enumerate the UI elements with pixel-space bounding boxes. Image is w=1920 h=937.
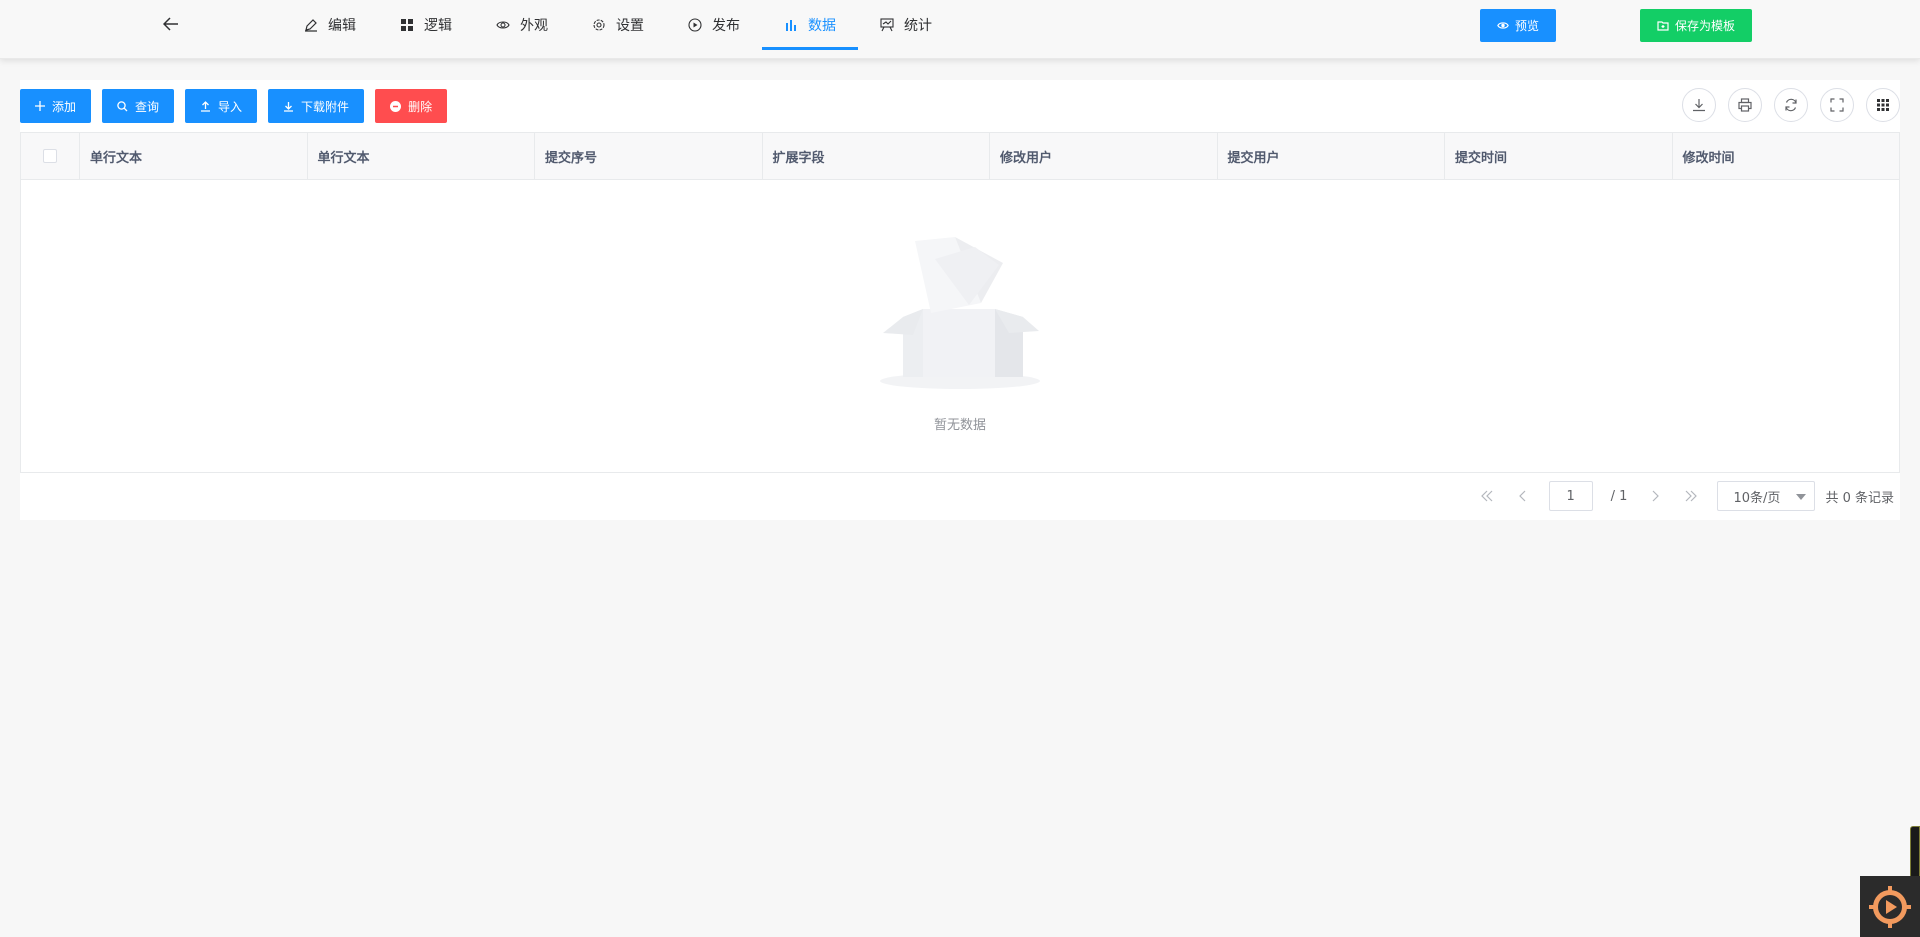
select-all-checkbox[interactable] <box>43 149 57 163</box>
column-header[interactable]: 提交用户 <box>1218 133 1445 179</box>
search-icon <box>117 100 128 111</box>
query-label: 查询 <box>135 99 160 114</box>
prev-page-button[interactable] <box>1505 481 1541 511</box>
play-icon <box>688 18 702 32</box>
import-label: 导入 <box>218 99 243 114</box>
fullscreen-icon <box>1830 98 1844 112</box>
add-button[interactable]: 添加 <box>20 89 92 123</box>
export-button[interactable] <box>1682 88 1716 122</box>
import-button[interactable]: 导入 <box>185 89 258 123</box>
stats-board-icon <box>880 18 894 32</box>
eye-icon <box>1497 22 1509 29</box>
column-header[interactable]: 提交时间 <box>1445 133 1673 179</box>
tab-label: 统计 <box>904 18 932 34</box>
gear-icon <box>592 18 606 32</box>
minus-circle-icon <box>390 100 402 112</box>
print-icon <box>1738 98 1752 112</box>
tab-data[interactable]: 数据 <box>762 0 858 50</box>
column-header[interactable]: 提交序号 <box>535 133 763 179</box>
eye-icon <box>496 18 510 32</box>
edit-icon <box>304 18 318 32</box>
select-all-cell <box>21 133 80 179</box>
last-page-button[interactable] <box>1673 481 1709 511</box>
columns-button[interactable] <box>1866 88 1900 122</box>
pagination: / 1 10条/页 共 0 条记录 <box>1469 481 1894 511</box>
chevron-left-icon <box>1518 490 1526 502</box>
download-attachment-button[interactable]: 下载附件 <box>268 89 365 123</box>
column-header[interactable]: 修改用户 <box>990 133 1218 179</box>
save-as-template-label: 保存为模板 <box>1674 19 1735 33</box>
tab-label: 数据 <box>808 18 836 34</box>
total-pages: / 1 <box>1610 488 1628 504</box>
upload-icon <box>201 100 211 112</box>
download-attachment-label: 下载附件 <box>301 99 350 114</box>
table-tools <box>1682 88 1900 122</box>
total-records: 共 0 条记录 <box>1825 490 1894 506</box>
tab-label: 发布 <box>712 18 740 34</box>
refresh-button[interactable] <box>1774 88 1808 122</box>
delete-label: 删除 <box>408 99 433 114</box>
caret-down-icon <box>1796 494 1807 500</box>
play-badge-icon <box>1869 885 1911 928</box>
column-header[interactable]: 修改时间 <box>1673 133 1900 179</box>
tab-label: 编辑 <box>328 18 356 34</box>
empty-box-illustration <box>880 237 1040 389</box>
preview-label: 预览 <box>1514 19 1539 33</box>
tab-label: 外观 <box>520 18 548 34</box>
delete-button[interactable]: 删除 <box>375 89 448 123</box>
add-label: 添加 <box>52 99 77 114</box>
download-icon <box>1693 99 1705 112</box>
save-as-template-button[interactable]: 保存为模板 <box>1640 9 1752 42</box>
data-panel: 添加 查询 导入 下载附件 删除 单行文本 单行文本 提交序号 扩展字段 修改用… <box>20 80 1900 520</box>
arrow-left-icon <box>163 17 178 31</box>
tab-appearance[interactable]: 外观 <box>474 0 570 50</box>
tab-label: 逻辑 <box>424 18 452 34</box>
preview-button[interactable]: 预览 <box>1480 9 1556 42</box>
refresh-icon <box>1785 98 1797 112</box>
action-toolbar: 添加 查询 导入 下载附件 删除 <box>20 89 448 123</box>
download-icon <box>284 101 294 112</box>
page-size-value: 10条/页 <box>1733 490 1781 506</box>
next-page-button[interactable] <box>1637 481 1673 511</box>
query-button[interactable]: 查询 <box>102 89 175 123</box>
assistant-widget[interactable] <box>1860 876 1920 937</box>
column-header[interactable]: 扩展字段 <box>763 133 990 179</box>
fullscreen-button[interactable] <box>1820 88 1854 122</box>
back-button[interactable] <box>160 13 182 35</box>
table-header: 单行文本 单行文本 提交序号 扩展字段 修改用户 提交用户 提交时间 修改时间 <box>21 133 1899 180</box>
tab-edit[interactable]: 编辑 <box>282 0 378 50</box>
chevron-right-icon <box>1653 490 1660 502</box>
main-nav: 编辑 逻辑 外观 设置 发布 数据 统计 <box>282 0 954 50</box>
tab-publish[interactable]: 发布 <box>666 0 762 50</box>
columns-icon <box>1877 99 1889 111</box>
grid-icon <box>400 18 414 32</box>
column-header[interactable]: 单行文本 <box>80 133 308 179</box>
double-chevron-left-icon <box>1480 490 1493 502</box>
page-number-input[interactable] <box>1548 481 1593 511</box>
double-chevron-right-icon <box>1686 490 1698 502</box>
bar-chart-icon <box>784 18 798 32</box>
print-button[interactable] <box>1728 88 1762 122</box>
data-table: 单行文本 单行文本 提交序号 扩展字段 修改用户 提交用户 提交时间 修改时间 … <box>20 132 1900 473</box>
folder-plus-icon <box>1657 21 1669 31</box>
tab-settings[interactable]: 设置 <box>570 0 666 50</box>
page-size-select[interactable]: 10条/页 <box>1717 481 1816 511</box>
plus-icon <box>35 101 45 111</box>
empty-text: 暂无数据 <box>933 418 986 433</box>
empty-state: 暂无数据 <box>21 181 1899 473</box>
tab-label: 设置 <box>616 18 644 34</box>
top-header: 编辑 逻辑 外观 设置 发布 数据 统计 预览 保存为模板 <box>0 0 1920 59</box>
tab-logic[interactable]: 逻辑 <box>378 0 474 50</box>
tab-statistics[interactable]: 统计 <box>858 0 954 50</box>
column-header[interactable]: 单行文本 <box>308 133 535 179</box>
first-page-button[interactable] <box>1469 481 1505 511</box>
